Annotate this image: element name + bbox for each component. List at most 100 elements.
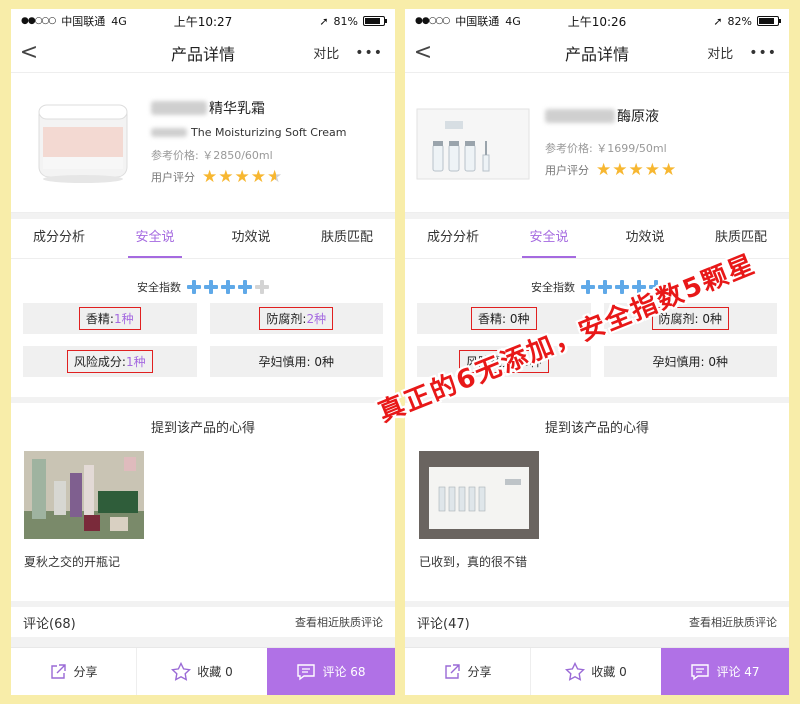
star-icon: ★ [234,167,250,187]
battery-icon [757,16,781,26]
cross-icon [598,280,612,294]
half-star-icon: ★ [267,167,283,187]
product-card: 酶原液 参考价格: ￥1699/50ml 用户评分 ★★★★★ [405,73,789,213]
share-label: 分享 [73,665,98,679]
star-icon: ★ [250,167,266,187]
user-rating: 用户评分 ★★★★★ [545,160,676,180]
star-icon: ★ [661,159,677,180]
more-button[interactable]: ••• [749,45,777,61]
comment-label: 评论 47 [716,665,760,679]
compare-button[interactable]: 对比 [313,43,339,62]
phone-screenshot-left: ●●○○○ 中国联通 4G 上午10:27 ➚ 81% < 产品详情 对比 ••… [11,9,395,695]
back-button[interactable]: < [405,40,441,65]
rating-label: 用户评分 [545,163,589,177]
comment-icon [690,663,710,681]
fragrance-cell[interactable]: 香精: 1种 [23,303,197,334]
product-price: 参考价格: ￥2850/60ml [151,149,273,162]
star-icon: ★ [596,159,612,180]
risk-cell[interactable]: 风险成分: 1种 [23,346,197,377]
blurred-brand [151,101,207,115]
nav-bar: < 产品详情 对比 ••• [11,33,395,73]
nav-bar: < 产品详情 对比 ••• [405,33,789,73]
share-button[interactable]: 分享 [405,648,530,695]
cross-icon [255,280,269,294]
star-icon: ★ [202,167,218,187]
compare-button[interactable]: 对比 [707,43,733,62]
reviews-title: 提到该产品的心得 [544,421,649,436]
blurred-brand [545,108,615,123]
reviews-section: 提到该产品的心得 已收到，真的很不错 [405,403,789,601]
share-icon [49,663,67,681]
pregnancy-text: 孕妇慎用: 0种 [652,355,729,369]
location-icon: ➚ [713,14,723,28]
share-button[interactable]: 分享 [11,648,136,695]
favorite-button[interactable]: 收藏 0 [530,648,661,695]
tab-ingredients[interactable]: 成分分析 [11,219,107,258]
signal-icon: ●●○○○ [21,16,56,26]
carrier: 中国联通 [455,15,500,28]
tab-efficacy[interactable]: 功效说 [597,219,693,258]
similar-skin-comments-link[interactable]: 查看相近肤质评论 [295,614,383,630]
product-price: 参考价格: ￥1699/50ml [545,141,667,155]
favorite-label: 收藏 0 [197,665,233,679]
product-image [415,95,531,191]
review-thumbnail[interactable] [419,451,539,539]
review-thumbnail[interactable] [24,451,144,539]
share-icon [443,663,461,681]
comments-count: 评论(47) [417,616,470,632]
product-image [29,95,137,191]
comment-button[interactable]: 评论 68 [267,648,395,695]
comment-button[interactable]: 评论 47 [661,648,789,695]
star-outline-icon [565,661,586,682]
signal-icon: ●●○○○ [415,16,450,26]
network-type: 4G [111,14,127,28]
highlight-box: 香精: 1种 [78,307,141,330]
risk-label: 风险成分: [73,355,126,369]
favorite-button[interactable]: 收藏 0 [136,648,267,695]
product-subtitle: The Moisturizing Soft Cream [191,126,347,139]
highlight-box: 香精: 0种 [471,307,537,330]
tab-skin-match[interactable]: 肤质匹配 [299,219,395,258]
review-text[interactable]: 夏秋之交的开瓶记 [24,553,120,570]
review-text[interactable]: 已收到，真的很不错 [419,553,527,570]
status-bar: ●●○○○ 中国联通 4G 上午10:27 ➚ 81% [11,9,395,33]
location-icon: ➚ [319,14,329,28]
product-card: 精华乳霜 The Moisturizing Soft Cream 参考价格: ￥… [11,73,395,213]
bottom-bar: 分享 收藏 0 评论 47 [405,647,789,695]
more-button[interactable]: ••• [355,45,383,61]
back-button[interactable]: < [11,40,47,65]
pregnancy-cell[interactable]: 孕妇慎用: 0种 [209,346,383,377]
safety-panel: 安全指数 香精: 1种 防腐剂: 2种 风险成分: 1种 孕妇慎用: 0种 [11,259,395,397]
blurred-brand [151,128,187,137]
network-type: 4G [505,14,521,28]
reviews-section: 提到该产品的心得 夏秋之交的开瓶记 [11,403,395,601]
favorite-label: 收藏 0 [591,665,627,679]
tab-ingredients[interactable]: 成分分析 [405,219,501,258]
safety-index-label: 安全指数 [531,281,575,294]
comments-bar: 评论(68) 查看相近肤质评论 [11,607,395,637]
reviews-title: 提到该产品的心得 [150,421,255,436]
star-icon: ★ [612,159,628,180]
comment-icon [296,663,316,681]
star-icon: ★ [628,159,644,180]
pregnancy-cell[interactable]: 孕妇慎用: 0种 [603,346,777,377]
status-bar: ●●○○○ 中国联通 4G 上午10:26 ➚ 82% [405,9,789,33]
tab-safety[interactable]: 安全说 [107,219,203,258]
product-name: 酶原液 [617,108,659,125]
phone-screenshot-right: ●●○○○ 中国联通 4G 上午10:26 ➚ 82% < 产品详情 对比 ••… [405,9,789,695]
risk-value: 1种 [125,355,146,369]
cross-icon [221,280,235,294]
battery-icon [363,16,387,26]
rating-stars: ★★★★★ [201,167,282,187]
tab-safety[interactable]: 安全说 [501,219,597,258]
similar-skin-comments-link[interactable]: 查看相近肤质评论 [689,614,777,630]
comments-bar: 评论(47) 查看相近肤质评论 [405,607,789,637]
battery-percent: 81% [333,14,358,28]
preservative-cell[interactable]: 防腐剂: 2种 [209,303,383,334]
star-outline-icon [171,661,192,682]
cross-icon [204,280,218,294]
tab-efficacy[interactable]: 功效说 [203,219,299,258]
product-name: 精华乳霜 [209,101,265,117]
rating-stars: ★★★★★ [595,160,676,180]
preservative-value: 2种 [306,312,327,326]
